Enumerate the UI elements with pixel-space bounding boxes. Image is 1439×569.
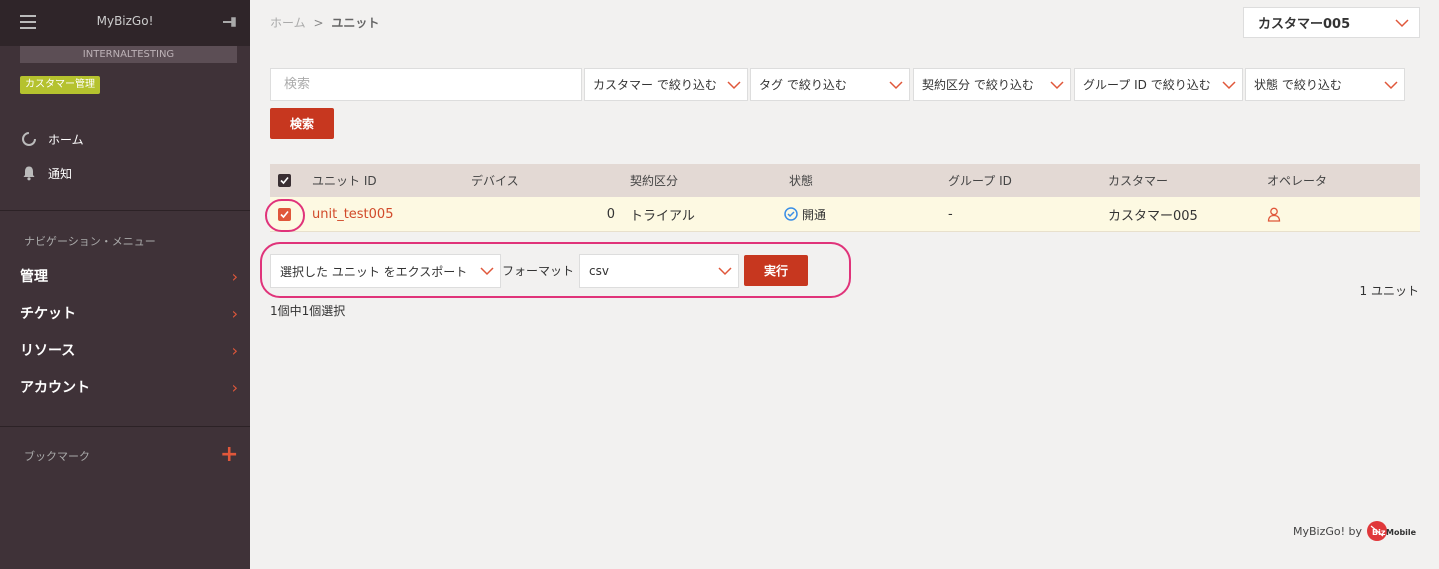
filter-group-select[interactable]: グループ ID で絞り込む <box>1074 68 1243 101</box>
check-circle-icon <box>784 207 798 221</box>
table-header: ユニット ID デバイス 契約区分 状態 グループ ID カスタマー オペレータ <box>270 164 1420 197</box>
column-header-unit-id[interactable]: ユニット ID <box>312 164 377 197</box>
svg-text:Biz: Biz <box>1372 528 1386 537</box>
chevron-right-icon: › <box>231 377 238 397</box>
filter-label: グループ ID で絞り込む <box>1083 78 1211 92</box>
filter-customer-select[interactable]: カスタマー で絞り込む <box>584 68 748 101</box>
sidebar-divider <box>0 210 250 211</box>
group-id: - <box>948 206 953 222</box>
svg-text:Mobile: Mobile <box>1386 528 1417 537</box>
run-button[interactable]: 実行 <box>744 255 808 286</box>
pin-icon[interactable] <box>221 13 239 31</box>
sidebar-item-home[interactable]: ホーム <box>20 129 84 149</box>
column-header-operator[interactable]: オペレータ <box>1267 164 1327 197</box>
chevron-down-icon <box>1384 80 1398 89</box>
operator-cell <box>1267 197 1281 231</box>
bookmark-section-title: ブックマーク <box>24 450 90 463</box>
sidebar-nav-label: 管理 <box>20 269 48 285</box>
breadcrumb: ホーム > ユニット <box>270 14 379 31</box>
sidebar-nav-label: リソース <box>20 343 76 359</box>
sidebar-nav-label: アカウント <box>20 380 90 396</box>
chevron-down-icon <box>480 267 494 276</box>
footer-text: MyBizGo! by <box>1292 524 1362 538</box>
checkbox-highlight-ring <box>265 199 305 232</box>
chevron-down-icon <box>718 267 732 276</box>
bell-icon <box>20 164 38 182</box>
filter-contract-select[interactable]: 契約区分 で絞り込む <box>913 68 1071 101</box>
app-name: MyBizGo! <box>96 14 154 28</box>
chevron-right-icon: › <box>231 340 238 360</box>
operator-user-icon[interactable] <box>1267 207 1281 222</box>
breadcrumb-separator: > <box>313 16 324 30</box>
environment-label: INTERNALTESTING <box>20 46 237 63</box>
home-spinner-icon <box>20 130 38 148</box>
device-count: 0 <box>606 206 615 222</box>
chevron-down-icon <box>1395 18 1409 27</box>
chevron-down-icon <box>1050 80 1064 89</box>
unit-id-link[interactable]: unit_test005 <box>312 197 393 231</box>
selection-count: 1個中1個選択 <box>270 304 346 318</box>
select-all-checkbox[interactable] <box>278 174 291 187</box>
format-select[interactable]: csv <box>579 254 739 288</box>
chevron-down-icon <box>1222 80 1236 89</box>
breadcrumb-home[interactable]: ホーム <box>270 16 306 30</box>
filter-label: タグ で絞り込む <box>759 78 847 92</box>
bizmobile-logo: Biz Mobile <box>1367 518 1419 544</box>
customer-select[interactable]: カスタマー005 <box>1243 7 1420 38</box>
contract-type: トライアル <box>630 208 695 224</box>
sidebar-nav-account[interactable]: アカウント › <box>20 376 238 398</box>
sidebar-item-label: 通知 <box>48 166 73 181</box>
select-all-cell <box>278 164 291 197</box>
breadcrumb-current: ユニット <box>331 16 380 30</box>
nav-section-title: ナビゲーション・メニュー <box>24 235 156 248</box>
column-header-group-id[interactable]: グループ ID <box>948 164 1012 197</box>
sidebar-divider <box>0 426 250 427</box>
sidebar-nav-admin[interactable]: 管理 › <box>20 265 238 287</box>
format-label: フォーマット <box>502 264 575 278</box>
add-bookmark-plus-icon[interactable]: + <box>220 444 238 466</box>
column-header-status[interactable]: 状態 <box>789 164 813 197</box>
unit-count: 1 ユニット <box>1359 284 1419 298</box>
column-header-customer[interactable]: カスタマー <box>1108 164 1168 197</box>
table-row[interactable]: unit_test005 0 トライアル 開通 - カスタマー005 <box>270 197 1420 232</box>
sidebar-item-notifications[interactable]: 通知 <box>20 163 72 183</box>
customer-name: カスタマー005 <box>1108 208 1198 224</box>
sidebar: MyBizGo! INTERNALTESTING カスタマー管理 ホーム 通知 … <box>0 0 250 569</box>
sidebar-header: MyBizGo! <box>0 0 250 46</box>
footer: MyBizGo! by Biz Mobile <box>1293 518 1419 544</box>
status-text: 開通 <box>802 207 827 222</box>
chevron-down-icon <box>727 80 741 89</box>
export-action-value: 選択した ユニット をエクスポート <box>280 264 468 279</box>
export-action-select[interactable]: 選択した ユニット をエクスポート <box>270 254 501 288</box>
format-value: csv <box>589 264 609 278</box>
sidebar-nav-tickets[interactable]: チケット › <box>20 302 238 324</box>
chevron-down-icon <box>889 80 903 89</box>
units-table: ユニット ID デバイス 契約区分 状態 グループ ID カスタマー オペレータ… <box>270 164 1420 232</box>
chevron-right-icon: › <box>231 266 238 286</box>
filter-status-select[interactable]: 状態 で絞り込む <box>1245 68 1405 101</box>
column-header-device[interactable]: デバイス <box>471 164 519 197</box>
customer-select-value: カスタマー005 <box>1258 17 1351 32</box>
filter-tag-select[interactable]: タグ で絞り込む <box>750 68 910 101</box>
sidebar-nav-resources[interactable]: リソース › <box>20 339 238 361</box>
filter-label: 契約区分 で絞り込む <box>922 78 1034 92</box>
filter-label: 状態 で絞り込む <box>1254 78 1342 92</box>
column-header-contract[interactable]: 契約区分 <box>630 164 678 197</box>
filter-label: カスタマー で絞り込む <box>593 78 717 92</box>
customer-management-badge[interactable]: カスタマー管理 <box>20 76 100 94</box>
chevron-right-icon: › <box>231 303 238 323</box>
sidebar-nav-label: チケット <box>20 306 76 322</box>
status-cell: 開通 <box>784 197 826 231</box>
search-input[interactable] <box>270 68 582 101</box>
sidebar-item-label: ホーム <box>48 132 84 147</box>
search-button[interactable]: 検索 <box>270 108 334 139</box>
